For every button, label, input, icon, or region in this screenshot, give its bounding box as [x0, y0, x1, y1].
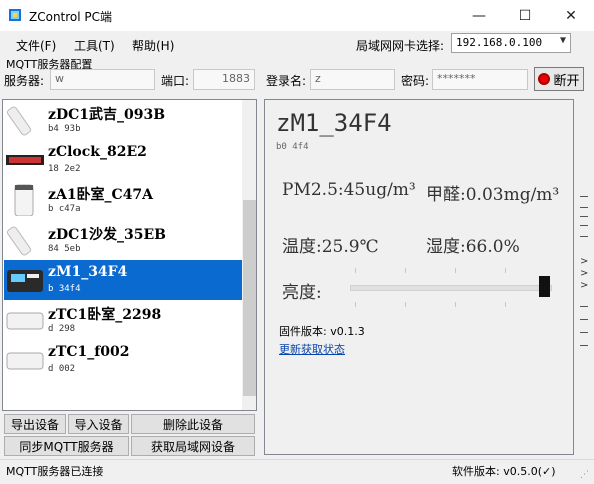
server-label: 服务器:	[4, 74, 45, 88]
list-scrollbar[interactable]	[242, 100, 256, 410]
nic-select[interactable]: 192.168.0.100 ▼	[451, 33, 571, 53]
delete-device-button[interactable]: 删除此设备	[131, 414, 255, 434]
maximize-button[interactable]: ☐	[502, 0, 548, 31]
slider-tick	[405, 268, 406, 273]
detail-device-id: b0 4f4	[276, 142, 309, 152]
power-strip-icon	[6, 106, 32, 136]
server-input[interactable]: w	[50, 69, 155, 90]
nic-label: 局域网网卡选择:	[356, 39, 445, 53]
resize-grip-icon[interactable]: ⋰	[580, 470, 589, 480]
disconnect-label: 断开	[553, 73, 580, 89]
device-id: b4 93b	[48, 124, 81, 134]
device-list[interactable]: zDC1武吉_093B b4 93b zClock_82E2 18 2e2 zA…	[2, 99, 257, 411]
device-name: zDC1武吉_093B	[48, 107, 166, 123]
ruler-tick	[580, 306, 588, 307]
export-button[interactable]: 导出设备	[4, 414, 66, 434]
password-input[interactable]: *******	[432, 69, 528, 90]
ruler-tick	[580, 225, 588, 226]
power-strip-icon	[6, 226, 32, 256]
detail-device-name: zM1_34F4	[276, 109, 392, 137]
device-name: zM1_34F4	[48, 264, 128, 280]
slider-tick	[505, 302, 506, 307]
connection-status: MQTT服务器已连接	[6, 465, 104, 478]
list-item-selected[interactable]: zM1_34F4 b 34f4	[4, 260, 242, 300]
device-id: d 298	[48, 324, 76, 334]
brightness-slider[interactable]	[350, 285, 552, 291]
ruler-tick	[580, 332, 588, 333]
socket-icon	[6, 312, 44, 330]
list-item[interactable]: zTC1_f002 d 002	[4, 340, 242, 380]
slider-tick	[355, 302, 356, 307]
port-input[interactable]: 1883	[193, 69, 255, 90]
brightness-label: 亮度:	[282, 283, 322, 303]
menu-tools[interactable]: 工具(T)	[74, 37, 115, 54]
clock-icon	[6, 155, 44, 165]
chevron-right-icon: >	[580, 268, 589, 279]
device-name: zTC1_f002	[48, 344, 130, 360]
device-name: zTC1卧室_2298	[48, 307, 162, 323]
ruler-tick	[580, 345, 588, 346]
formaldehyde-value: 甲醛:0.03mg/m³	[426, 185, 560, 205]
nic-select-value: 192.168.0.100	[456, 36, 543, 49]
device-detail-panel	[264, 99, 574, 455]
software-version: 软件版本: v0.5.0(✓)	[452, 465, 556, 478]
scrollbar-thumb[interactable]	[243, 200, 256, 396]
device-name: zA1卧室_C47A	[48, 187, 154, 203]
air-monitor-icon	[7, 270, 43, 292]
humidity-value: 湿度:66.0%	[426, 237, 520, 257]
air-purifier-icon	[14, 184, 34, 216]
port-label: 端口:	[161, 74, 190, 88]
menu-file[interactable]: 文件(F)	[16, 37, 56, 54]
refresh-status-link[interactable]: 更新获取状态	[279, 341, 345, 357]
device-id: b c47a	[48, 204, 81, 214]
disconnect-button[interactable]: 断开	[534, 67, 584, 91]
import-button[interactable]: 导入设备	[68, 414, 129, 434]
list-item[interactable]: zDC1武吉_093B b4 93b	[4, 100, 242, 140]
fetch-lan-devices-button[interactable]: 获取局域网设备	[131, 436, 255, 456]
login-label: 登录名:	[266, 74, 307, 88]
brightness-slider-thumb[interactable]	[539, 276, 550, 297]
device-id: 18 2e2	[48, 164, 81, 174]
chevron-right-icon: >	[580, 280, 589, 291]
slider-tick	[455, 268, 456, 273]
temperature-value: 温度:25.9℃	[282, 237, 379, 257]
device-id: d 002	[48, 364, 76, 374]
firmware-version: 固件版本: v0.1.3	[279, 325, 365, 338]
ruler-tick	[580, 236, 588, 237]
password-label: 密码:	[401, 74, 430, 88]
device-id: 84 5eb	[48, 244, 81, 254]
ruler-tick	[580, 196, 588, 197]
slider-tick	[455, 302, 456, 307]
sync-mqtt-button[interactable]: 同步MQTT服务器	[4, 436, 129, 456]
ruler-tick	[580, 319, 588, 320]
menu-help[interactable]: 帮助(H)	[132, 37, 174, 54]
login-input[interactable]: z	[310, 69, 395, 90]
device-name: zClock_82E2	[48, 144, 147, 160]
window-title: ZControl PC端	[29, 10, 113, 24]
device-id: b 34f4	[48, 284, 81, 294]
list-item[interactable]: zTC1卧室_2298 d 298	[4, 300, 242, 340]
slider-tick	[355, 268, 356, 273]
chevron-right-icon: >	[580, 256, 589, 267]
close-button[interactable]: ✕	[548, 0, 594, 31]
device-name: zDC1沙发_35EB	[48, 227, 166, 243]
list-item[interactable]: zDC1沙发_35EB 84 5eb	[4, 220, 242, 260]
list-item[interactable]: zClock_82E2 18 2e2	[4, 140, 242, 180]
app-icon	[9, 9, 21, 21]
record-icon	[538, 73, 551, 85]
socket-icon	[6, 352, 44, 370]
list-item[interactable]: zA1卧室_C47A b c47a	[4, 180, 242, 220]
ruler-tick	[580, 207, 588, 208]
minimize-button[interactable]: —	[456, 0, 502, 31]
slider-tick	[505, 268, 506, 273]
ruler-tick	[580, 216, 588, 217]
panel-splitter[interactable]: > > >	[576, 99, 594, 455]
slider-tick	[405, 302, 406, 307]
chevron-down-icon: ▼	[559, 35, 566, 46]
pm25-value: PM2.5:45ug/m³	[282, 180, 416, 200]
